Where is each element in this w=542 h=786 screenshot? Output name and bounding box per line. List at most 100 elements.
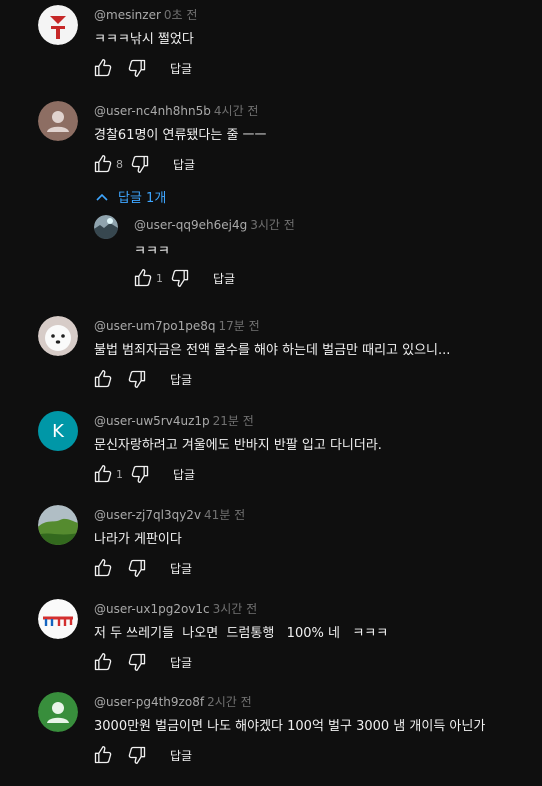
like-button[interactable] <box>92 57 114 79</box>
comment-text: 저 두 쓰레기들 나오면 드럼통행 100% 네 ㅋㅋㅋ <box>94 626 389 641</box>
dislike-button[interactable] <box>126 651 148 673</box>
thumbs-up-icon <box>134 269 152 287</box>
comment-thread: @user-zj7ql3qy2v 41분 전 나라가 게판이다 답글 <box>0 505 542 599</box>
author-name[interactable]: @user-qq9eh6ej4g <box>134 218 247 232</box>
comment-text: 3000만원 벌금이면 나도 해야겠다 100억 벌구 3000 냄 개이득 아… <box>94 719 486 734</box>
comment-time[interactable]: 0초 전 <box>164 8 198 22</box>
thumbs-up-icon <box>94 653 112 671</box>
dislike-button[interactable] <box>126 57 148 79</box>
thumbs-down-icon <box>171 269 189 287</box>
comment-text: ㅋㅋㅋ낚시 쩔었다 <box>94 32 194 47</box>
dislike-button[interactable] <box>129 153 151 175</box>
avatar[interactable] <box>38 505 78 545</box>
avatar[interactable] <box>38 5 78 45</box>
comment-time[interactable]: 21분 전 <box>213 414 254 428</box>
thumbs-down-icon <box>128 370 146 388</box>
dislike-button[interactable] <box>126 557 148 579</box>
like-count: 8 <box>116 157 123 171</box>
avatar-letter: K <box>52 420 64 442</box>
comment-actions: 답글 <box>92 557 192 579</box>
avatar[interactable]: K <box>38 411 78 451</box>
comment-thread: @mesinzer 0초 전 ㅋㅋㅋ낚시 쩔었다 답글 <box>0 5 542 99</box>
reply-button[interactable]: 답글 <box>170 747 192 764</box>
comment-time[interactable]: 2시간 전 <box>207 695 252 709</box>
thumbs-up-icon <box>94 559 112 577</box>
comment-author[interactable]: @user-ux1pg2ov1c 3시간 전 <box>94 600 257 617</box>
comment-actions: 답글 <box>92 651 192 673</box>
thumbs-down-icon <box>128 559 146 577</box>
comment-thread: K @user-uw5rv4uz1p 21분 전 문신자랑하려고 겨울에도 반바지… <box>0 411 542 505</box>
comment-time[interactable]: 3시간 전 <box>213 602 258 616</box>
thumbs-up-icon <box>94 59 112 77</box>
avatar[interactable] <box>38 316 78 356</box>
comment-actions: 답글 <box>92 744 192 766</box>
avatar[interactable] <box>38 692 78 732</box>
comment-text: 불법 범죄자금은 전액 몰수를 해야 하는데 벌금만 때리고 있으니... <box>94 343 451 358</box>
comment-text: 문신자랑하려고 겨울에도 반바지 반팔 입고 다니더라. <box>94 438 382 453</box>
author-name[interactable]: @mesinzer <box>94 8 161 22</box>
thumbs-down-icon <box>131 155 149 173</box>
author-name[interactable]: @user-uw5rv4uz1p <box>94 414 210 428</box>
thumbs-up-icon <box>94 465 112 483</box>
comment-author[interactable]: @user-qq9eh6ej4g 3시간 전 <box>134 216 295 233</box>
thumbs-down-icon <box>128 59 146 77</box>
reply-thread: @user-qq9eh6ej4g 3시간 전 ㅋㅋㅋ 1 답글 <box>0 215 542 295</box>
replies-toggle-button[interactable]: 답글 1개 <box>96 187 166 206</box>
comment-thread: @user-ux1pg2ov1c 3시간 전 저 두 쓰레기들 나오면 드럼통행 … <box>0 599 542 693</box>
like-button[interactable] <box>92 368 114 390</box>
comment-author[interactable]: @user-pg4th9zo8f 2시간 전 <box>94 693 252 710</box>
comment-author[interactable]: @user-nc4nh8hn5b 4시간 전 <box>94 102 258 119</box>
avatar[interactable] <box>38 101 78 141</box>
like-button[interactable] <box>92 463 114 485</box>
like-count: 1 <box>156 271 163 285</box>
reply-button[interactable]: 답글 <box>170 60 192 77</box>
author-name[interactable]: @user-zj7ql3qy2v <box>94 508 201 522</box>
thumbs-up-icon <box>94 370 112 388</box>
comment-time[interactable]: 41분 전 <box>204 508 245 522</box>
comment-author[interactable]: @user-uw5rv4uz1p 21분 전 <box>94 412 254 429</box>
like-button[interactable] <box>92 153 114 175</box>
author-name[interactable]: @user-pg4th9zo8f <box>94 695 204 709</box>
replies-toggle-label[interactable]: 답글 1개 <box>118 187 166 206</box>
comment-time[interactable]: 3시간 전 <box>250 218 295 232</box>
reply-button[interactable]: 답글 <box>173 156 195 173</box>
dislike-button[interactable] <box>169 267 191 289</box>
like-button[interactable] <box>92 651 114 673</box>
chevron-up-icon <box>96 193 108 201</box>
comment-text: 경찰61명이 연류됐다는 줄 ㅡㅡ <box>94 128 267 143</box>
reply-button[interactable]: 답글 <box>173 466 195 483</box>
reply-button[interactable]: 답글 <box>170 560 192 577</box>
thumbs-up-icon <box>94 155 112 173</box>
comment-thread: @user-nc4nh8hn5b 4시간 전 경찰61명이 연류됐다는 줄 ㅡㅡ … <box>0 101 542 195</box>
reply-button[interactable]: 답글 <box>213 270 235 287</box>
thumbs-down-icon <box>128 746 146 764</box>
comment-author[interactable]: @mesinzer 0초 전 <box>94 6 197 23</box>
comment-text: ㅋㅋㅋ <box>134 244 170 259</box>
dislike-button[interactable] <box>126 368 148 390</box>
comment-author[interactable]: @user-zj7ql3qy2v 41분 전 <box>94 506 245 523</box>
thumbs-down-icon <box>128 653 146 671</box>
dislike-button[interactable] <box>129 463 151 485</box>
comment-actions: 답글 <box>92 57 192 79</box>
comment-time[interactable]: 4시간 전 <box>214 104 259 118</box>
avatar[interactable] <box>94 215 118 239</box>
author-name[interactable]: @user-ux1pg2ov1c <box>94 602 210 616</box>
like-button[interactable] <box>132 267 154 289</box>
author-name[interactable]: @user-nc4nh8hn5b <box>94 104 211 118</box>
reply-button[interactable]: 답글 <box>170 371 192 388</box>
comment-thread: @user-pg4th9zo8f 2시간 전 3000만원 벌금이면 나도 해야겠… <box>0 692 542 786</box>
comment-author[interactable]: @user-um7po1pe8q 17분 전 <box>94 317 260 334</box>
comment-time[interactable]: 17분 전 <box>219 319 260 333</box>
like-button[interactable] <box>92 744 114 766</box>
comment-text: 나라가 게판이다 <box>94 532 182 547</box>
comment-actions: 1 답글 <box>132 267 235 289</box>
avatar[interactable] <box>38 599 78 639</box>
like-button[interactable] <box>92 557 114 579</box>
comment-actions: 8 답글 <box>92 153 195 175</box>
author-name[interactable]: @user-um7po1pe8q <box>94 319 216 333</box>
comment-actions: 답글 <box>92 368 192 390</box>
comment-thread: @user-um7po1pe8q 17분 전 불법 범죄자금은 전액 몰수를 해야… <box>0 316 542 410</box>
dislike-button[interactable] <box>126 744 148 766</box>
thumbs-up-icon <box>94 746 112 764</box>
reply-button[interactable]: 답글 <box>170 654 192 671</box>
